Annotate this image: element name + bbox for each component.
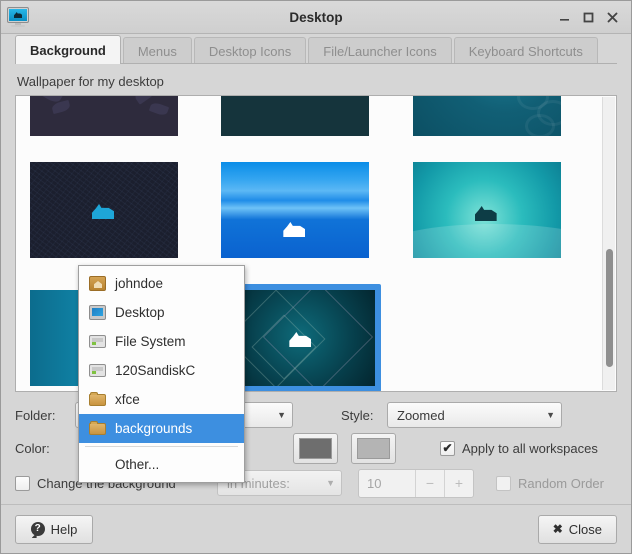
xfce-mouse-glyph xyxy=(283,222,306,237)
menu-item-label: backgrounds xyxy=(115,421,193,436)
wallpaper-thumb-xfce-diamond-dark[interactable] xyxy=(227,290,376,386)
tab-keyboard-shortcuts[interactable]: Keyboard Shortcuts xyxy=(453,37,598,64)
desktop-icon xyxy=(89,304,106,321)
style-label: Style: xyxy=(341,407,374,423)
interval-spinner-value: 10 xyxy=(367,475,382,491)
color-swatch-2 xyxy=(357,437,390,459)
menu-item-xfce[interactable]: xfce xyxy=(79,385,244,414)
menu-item-file-system[interactable]: File System xyxy=(79,327,244,356)
color-swatch-button-2[interactable] xyxy=(351,432,396,464)
menu-item-label: 120SandiskC xyxy=(115,363,196,378)
color-swatch-button-1[interactable] xyxy=(293,432,338,464)
color-label: Color: xyxy=(15,440,50,456)
chevron-down-icon: ▼ xyxy=(277,410,286,420)
minimize-button[interactable] xyxy=(553,6,575,28)
close-dialog-button[interactable]: ✖ Close xyxy=(537,514,617,544)
wallpaper-thumb-xfce-flower-dark[interactable] xyxy=(30,96,178,136)
menu-item-label: johndoe xyxy=(115,276,164,291)
menu-item-label: Desktop xyxy=(115,305,165,320)
tab-desktop-icons[interactable]: Desktop Icons xyxy=(193,37,307,64)
menu-item-johndoe[interactable]: johndoe xyxy=(79,269,244,298)
window-controls xyxy=(553,6,623,28)
desktop-settings-window: Desktop Background Menus Desktop Icons F… xyxy=(0,0,632,554)
title-bar: Desktop xyxy=(1,1,631,34)
spinner-increment-button[interactable]: + xyxy=(444,469,473,497)
wallpaper-scrollbar[interactable] xyxy=(602,97,615,390)
random-order-checkbox[interactable] xyxy=(496,475,511,491)
folder-icon xyxy=(89,420,106,437)
wallpaper-thumb-xfce-teal-mouse[interactable] xyxy=(412,96,561,136)
checkmark-icon: ✔ xyxy=(442,441,453,455)
dialog-button-bar: ? Help ✖ Close xyxy=(1,504,631,553)
drive-icon xyxy=(89,362,106,379)
tab-background[interactable]: Background xyxy=(15,35,121,64)
style-combo-value: Zoomed xyxy=(397,407,445,423)
random-order-label: Random Order xyxy=(518,475,604,491)
spinner-decrement-button[interactable]: − xyxy=(415,469,444,497)
cross-icon: ✖ xyxy=(552,522,563,536)
help-button[interactable]: ? Help xyxy=(15,514,93,544)
menu-item-desktop[interactable]: Desktop xyxy=(79,298,244,327)
folder-dropdown-menu[interactable]: johndoe Desktop File System 120SandiskC … xyxy=(78,265,245,483)
wallpaper-thumb-xfce-ink-splatter[interactable]: XFCE xyxy=(221,96,370,136)
window-title: Desktop xyxy=(289,9,343,25)
color-swatch-1 xyxy=(299,437,332,459)
wallpaper-selection-frame xyxy=(221,284,382,391)
close-button-label: Close xyxy=(568,521,602,537)
wallpaper-thumb-xfce-blue-stripes[interactable] xyxy=(221,162,370,258)
chevron-down-icon: ▼ xyxy=(546,410,555,420)
menu-item-other[interactable]: Other... xyxy=(79,450,244,479)
maximize-button[interactable] xyxy=(577,6,599,28)
tab-file-launcher-icons[interactable]: File/Launcher Icons xyxy=(308,37,452,64)
menu-item-backgrounds[interactable]: backgrounds xyxy=(79,414,244,443)
desktop-monitor-icon xyxy=(6,5,30,29)
menu-item-120sandiskc[interactable]: 120SandiskC xyxy=(79,356,244,385)
xfce-mouse-glyph xyxy=(474,206,497,221)
question-mark-icon: ? xyxy=(30,522,45,536)
drive-icon xyxy=(89,333,106,350)
home-folder-icon xyxy=(89,275,106,292)
wallpaper-thumb-xfce-teal-gradient[interactable] xyxy=(412,162,561,258)
apply-all-workspaces-label: Apply to all workspaces xyxy=(462,440,598,456)
menu-item-label: Other... xyxy=(115,457,160,472)
menu-item-label: File System xyxy=(115,334,186,349)
folder-label: Folder: xyxy=(15,407,56,423)
interval-spinner[interactable]: 10 − + xyxy=(358,468,474,498)
chevron-down-icon: ▼ xyxy=(326,478,335,488)
apply-all-workspaces-checkbox[interactable]: ✔ xyxy=(440,440,455,456)
style-combo[interactable]: Zoomed ▼ xyxy=(387,402,562,428)
menu-item-label: xfce xyxy=(115,392,140,407)
wallpaper-section-label: Wallpaper for my desktop xyxy=(17,74,164,89)
tab-bar: Background Menus Desktop Icons File/Laun… xyxy=(1,34,631,64)
tab-menus[interactable]: Menus xyxy=(122,37,192,64)
menu-separator xyxy=(85,446,238,447)
wallpaper-thumb-xfce-dark-noise[interactable] xyxy=(30,162,178,258)
wallpaper-scrollbar-thumb[interactable] xyxy=(606,249,613,367)
folder-icon xyxy=(89,391,106,408)
help-button-label: Help xyxy=(50,521,78,537)
close-button[interactable] xyxy=(601,6,623,28)
change-background-checkbox[interactable] xyxy=(15,475,30,491)
